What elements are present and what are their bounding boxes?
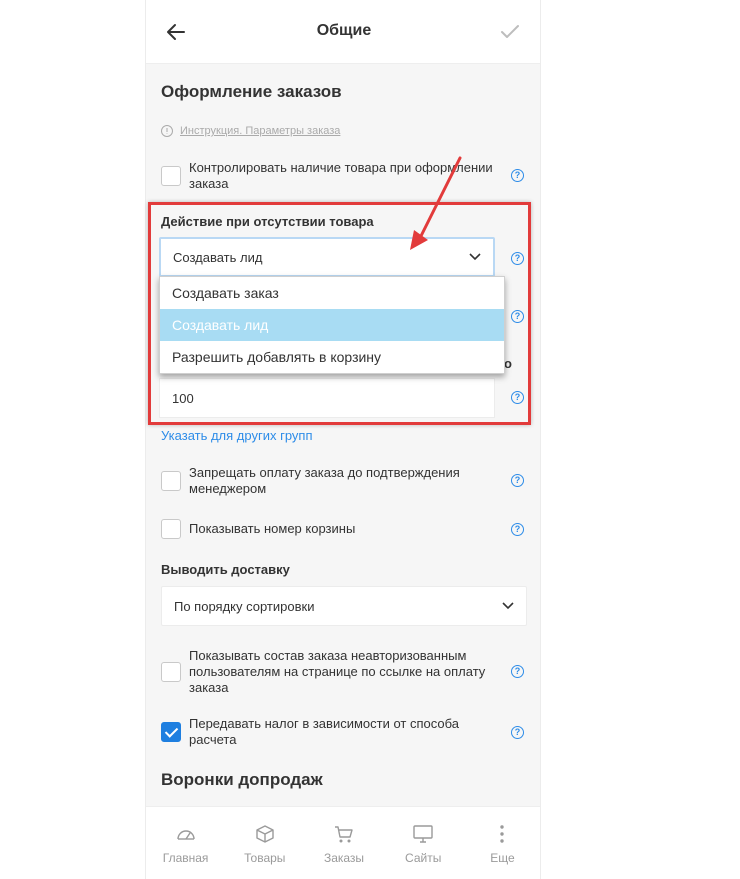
- forbid-payment-checkbox[interactable]: [161, 471, 181, 491]
- delivery-value: По порядку сортировки: [174, 598, 315, 614]
- instruction-link[interactable]: Инструкция. Параметры заказа: [160, 124, 340, 138]
- other-groups-link[interactable]: Указать для других групп: [161, 428, 313, 443]
- show-order-contents-label: Показывать состав заказа неавторизованны…: [189, 648, 486, 695]
- chat-bubble-icon: [161, 125, 173, 137]
- pass-tax-checkbox[interactable]: [161, 722, 181, 742]
- page-title: Общие: [316, 22, 372, 39]
- show-cart-number-row[interactable]: Показывать номер корзины: [161, 519, 527, 539]
- nav-item-sites[interactable]: Сайты: [384, 807, 463, 879]
- quantity-input[interactable]: 100: [159, 378, 495, 418]
- dropdown-option[interactable]: Создавать заказ: [160, 277, 504, 309]
- chevron-down-icon: [502, 602, 514, 610]
- help-icon[interactable]: ?: [511, 391, 524, 404]
- quantity-value: 100: [172, 390, 194, 406]
- nav-label: Товары: [244, 851, 286, 865]
- nav-item-orders[interactable]: Заказы: [304, 807, 383, 879]
- help-icon[interactable]: ?: [511, 665, 524, 678]
- delivery-select[interactable]: По порядку сортировки: [161, 586, 527, 626]
- help-icon[interactable]: ?: [511, 474, 524, 487]
- help-icon[interactable]: ?: [511, 726, 524, 739]
- check-stock-row[interactable]: Контролировать наличие товара при оформл…: [161, 160, 527, 192]
- section-title-funnels: Воронки допродаж: [161, 770, 323, 789]
- no-stock-action-label: Действие при отсутствии товара: [161, 214, 374, 229]
- show-order-contents-row[interactable]: Показывать состав заказа неавторизованны…: [161, 648, 527, 696]
- partial-field-label: о: [504, 356, 512, 371]
- pass-tax-label: Передавать налог в зависимости от способ…: [189, 716, 459, 747]
- app-screen: Общие Оформление заказов Инструкция. Пар…: [145, 0, 541, 879]
- pass-tax-row[interactable]: Передавать налог в зависимости от способ…: [161, 716, 527, 748]
- box-icon: [256, 825, 274, 843]
- nav-label: Главная: [162, 851, 209, 865]
- delivery-label: Выводить доставку: [161, 562, 290, 577]
- bottom-navigation: Главная Товары Заказы Сайты Еще: [146, 806, 540, 879]
- nav-label: Сайты: [405, 851, 442, 865]
- chevron-down-icon: [469, 253, 481, 261]
- forbid-payment-label: Запрещать оплату заказа до подтверждения…: [189, 465, 460, 496]
- help-icon[interactable]: ?: [511, 310, 524, 323]
- check-stock-label: Контролировать наличие товара при оформл…: [189, 160, 493, 191]
- show-order-contents-checkbox[interactable]: [161, 662, 181, 682]
- nav-label: Заказы: [323, 851, 365, 865]
- help-icon[interactable]: ?: [511, 523, 524, 536]
- dashboard-icon: [176, 830, 195, 840]
- section-title-orders: Оформление заказов: [161, 82, 342, 101]
- dropdown-option[interactable]: Разрешить добавлять в корзину: [160, 341, 504, 373]
- no-stock-action-value: Создавать лид: [173, 249, 263, 265]
- dropdown-option-selected[interactable]: Создавать лид: [160, 309, 504, 341]
- no-stock-action-dropdown: Создавать заказ Создавать лид Разрешить …: [159, 276, 505, 374]
- nav-label: Еще: [490, 851, 515, 865]
- forbid-payment-row[interactable]: Запрещать оплату заказа до подтверждения…: [161, 465, 527, 497]
- help-icon[interactable]: ?: [511, 252, 524, 265]
- nav-item-home[interactable]: Главная: [146, 807, 225, 879]
- show-cart-number-label: Показывать номер корзины: [189, 521, 356, 536]
- help-icon[interactable]: ?: [511, 169, 524, 182]
- monitor-icon: [413, 825, 433, 843]
- nav-item-more[interactable]: Еще: [463, 807, 540, 879]
- more-icon: [500, 825, 505, 843]
- nav-item-products[interactable]: Товары: [225, 807, 304, 879]
- save-check-icon[interactable]: [498, 20, 522, 44]
- check-stock-checkbox[interactable]: [161, 166, 181, 186]
- cart-icon: [335, 826, 353, 843]
- instruction-link-label[interactable]: Инструкция. Параметры заказа: [180, 125, 340, 137]
- no-stock-action-select[interactable]: Создавать лид: [159, 237, 495, 277]
- show-cart-number-checkbox[interactable]: [161, 519, 181, 539]
- top-bar: Общие: [146, 0, 540, 64]
